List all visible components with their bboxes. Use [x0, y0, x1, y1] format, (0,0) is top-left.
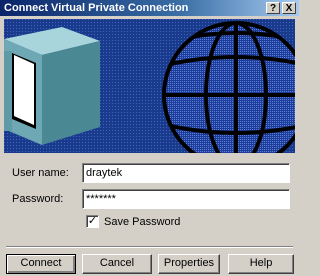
connect-button[interactable]: Connect: [6, 254, 76, 274]
properties-button[interactable]: Properties: [158, 254, 220, 274]
banner-illustration: [4, 19, 295, 153]
title-bar[interactable]: Connect Virtual Private Connection ? X: [0, 0, 299, 16]
close-icon[interactable]: X: [282, 2, 296, 14]
help-button[interactable]: Help: [228, 254, 294, 274]
vpn-connect-dialog: Connect Virtual Private Connection ? X U…: [0, 0, 299, 276]
save-password-label[interactable]: Save Password: [104, 216, 180, 228]
password-input[interactable]: *******: [82, 189, 290, 209]
username-label: User name:: [12, 167, 69, 179]
computer-monitor-icon: [4, 27, 100, 145]
cancel-button[interactable]: Cancel: [82, 254, 152, 274]
username-input[interactable]: draytek: [82, 163, 290, 183]
password-label: Password:: [12, 193, 64, 205]
divider: [6, 246, 293, 248]
save-password-checkbox[interactable]: ✓: [86, 215, 99, 228]
help-icon[interactable]: ?: [266, 2, 280, 14]
window-title: Connect Virtual Private Connection: [4, 2, 189, 14]
banner-image: [4, 19, 295, 153]
